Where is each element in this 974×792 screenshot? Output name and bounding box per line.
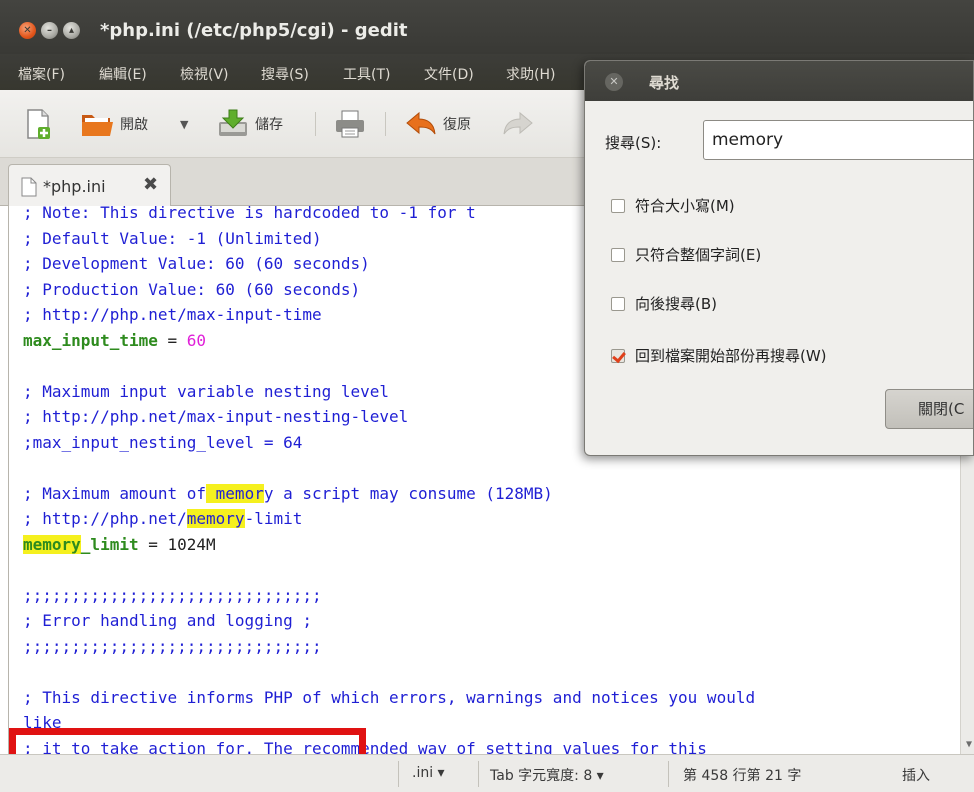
whole-word-option[interactable]: 只符合整個字詞(E) (611, 244, 761, 265)
open-recent-dropdown[interactable]: ▼ (180, 104, 188, 144)
code-line: ; This directive informs PHP of which er… (23, 687, 756, 707)
tab-php-ini[interactable]: *php.ini ✖ (8, 164, 171, 207)
search-label: 搜尋(S): (605, 134, 662, 152)
option-label: 符合大小寫(M) (635, 197, 735, 215)
menu-documents[interactable]: 文件(D) (424, 64, 474, 84)
option-label: 只符合整個字詞(E) (635, 246, 762, 264)
code-text: ; http://php.net/ (23, 509, 187, 528)
code-text: ; Maximum amount of (23, 483, 207, 503)
code-value: = 1024M (138, 534, 216, 554)
open-button[interactable]: 開啟 (80, 104, 148, 144)
scroll-down-arrow-icon[interactable]: ▼ (966, 739, 972, 750)
tab-width-selector[interactable]: Tab 字元寬度: 8 ▾ (490, 765, 604, 785)
status-bar: .ini ▾ Tab 字元寬度: 8 ▾ 第 458 行第 21 字 插入 (0, 754, 974, 792)
new-document-button[interactable] (26, 104, 52, 144)
status-separator (398, 761, 399, 787)
print-button[interactable] (333, 104, 367, 144)
find-dialog-close-button[interactable]: ✕ (605, 73, 623, 91)
redo-button[interactable] (502, 104, 534, 144)
open-label: 開啟 (120, 117, 148, 133)
status-separator (478, 761, 479, 787)
checkbox[interactable] (611, 199, 625, 213)
tab-label: *php.ini (43, 177, 106, 196)
option-label: 向後搜尋(B) (635, 295, 717, 313)
toolbar-separator (385, 112, 386, 136)
close-icon: ✕ (609, 75, 619, 88)
checkbox[interactable] (611, 248, 625, 262)
tab-close-icon[interactable]: ✖ (143, 174, 158, 195)
menu-search[interactable]: 搜尋(S) (261, 64, 309, 84)
code-text: -limit (244, 509, 303, 528)
close-icon: ✕ (23, 25, 32, 36)
code-number: 60 (186, 330, 207, 350)
menu-file[interactable]: 檔案(F) (18, 64, 65, 84)
checkbox-checked[interactable] (611, 349, 625, 363)
undo-label: 復原 (443, 117, 471, 133)
language-selector[interactable]: .ini ▾ (412, 765, 445, 781)
find-dialog-title: 尋找 (649, 74, 680, 92)
toolbar-separator (315, 112, 316, 136)
code-line: ; http://php.net/memory-limit (23, 506, 953, 532)
undo-icon (406, 111, 436, 135)
search-match-highlight: memory (23, 534, 81, 554)
code-line: ; Error handling and logging ; (23, 611, 312, 630)
document-icon (21, 177, 37, 197)
search-backwards-option[interactable]: 向後搜尋(B) (611, 293, 717, 314)
status-separator (668, 761, 669, 787)
maximize-icon: ▴ (68, 25, 75, 36)
cursor-position: 第 458 行第 21 字 (683, 768, 802, 784)
match-case-option[interactable]: 符合大小寫(M) (611, 195, 735, 216)
code-line: ;;;;;;;;;;;;;;;;;;;;;;;;;;;;;;; (23, 585, 322, 605)
checkbox[interactable] (611, 297, 625, 311)
minimize-icon: – (47, 25, 52, 36)
code-text: y a script may consume (128MB) (263, 483, 553, 503)
chevron-down-icon: ▼ (180, 117, 189, 131)
code-key: max_input_time (23, 330, 158, 350)
annotation-highlight-box (9, 728, 366, 754)
window-close-button[interactable]: ✕ (19, 22, 36, 39)
menu-tools[interactable]: 工具(T) (343, 64, 390, 84)
undo-button[interactable]: 復原 (405, 104, 471, 144)
window-title: *php.ini (/etc/php5/cgi) - gedit (100, 20, 408, 41)
find-dialog-titlebar: ✕ 尋找 (585, 61, 973, 101)
save-button[interactable]: 儲存 (217, 104, 283, 144)
search-input[interactable] (703, 120, 973, 160)
menu-help[interactable]: 求助(H) (506, 64, 555, 84)
menu-edit[interactable]: 編輯(E) (99, 64, 147, 84)
wrap-around-option[interactable]: 回到檔案開始部份再搜尋(W) (611, 345, 827, 366)
close-button[interactable]: 關閉(C (885, 389, 973, 429)
save-label: 儲存 (255, 117, 283, 133)
printer-icon (336, 110, 364, 138)
menu-view[interactable]: 檢視(V) (180, 64, 229, 84)
code-line: ;;;;;;;;;;;;;;;;;;;;;;;;;;;;;;; (23, 636, 322, 656)
window-maximize-button[interactable]: ▴ (63, 22, 80, 39)
code-line: memory_limit = 1024M (23, 532, 953, 558)
code-operator: = (157, 330, 187, 350)
option-label: 回到檔案開始部份再搜尋(W) (635, 347, 827, 365)
save-icon (219, 109, 247, 136)
new-document-icon (27, 109, 50, 139)
window-minimize-button[interactable]: – (41, 22, 58, 39)
search-match-highlight: memory (186, 509, 245, 528)
redo-icon (503, 111, 533, 135)
insert-mode: 插入 (902, 768, 930, 784)
folder-icon (82, 115, 113, 136)
find-dialog: ✕ 尋找 搜尋(S): 符合大小寫(M) 只符合整個字詞(E) 向後搜尋(B) … (584, 60, 974, 456)
search-match-highlight: memor (206, 483, 264, 503)
code-line: ; Maximum amount of memory a script may … (23, 481, 953, 507)
code-key: _limit (80, 534, 139, 554)
title-bar: ✕ – ▴ *php.ini (/etc/php5/cgi) - gedit (0, 0, 974, 54)
